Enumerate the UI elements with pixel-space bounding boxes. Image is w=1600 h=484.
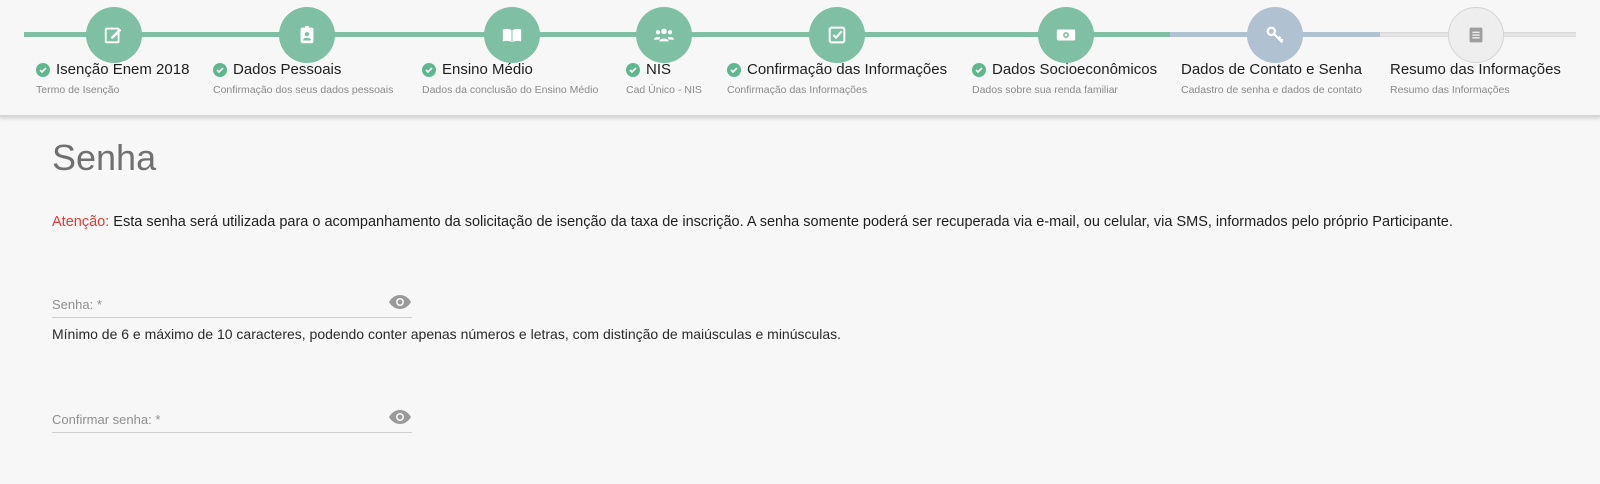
- document-icon: [1469, 27, 1483, 43]
- step-title: Dados de Contato e Senha: [1181, 61, 1362, 78]
- check-icon: [213, 62, 227, 77]
- stepper-progress-line: [24, 32, 1170, 37]
- password-hint: Mínimo de 6 e máximo de 10 caracteres, p…: [52, 326, 842, 342]
- eye-icon[interactable]: [388, 409, 412, 425]
- check-icon: [727, 62, 741, 77]
- step-subtitle: Resumo das Informações: [1390, 84, 1510, 96]
- users-icon: [653, 28, 675, 42]
- password-field: [52, 292, 412, 318]
- step-circle[interactable]: [1247, 7, 1303, 63]
- step-circle[interactable]: [636, 7, 692, 63]
- check-icon: [626, 62, 640, 77]
- page-title: Senha: [52, 137, 157, 178]
- attention-notice: Atenção: Esta senha será utilizada para …: [52, 214, 1453, 230]
- step-subtitle: Dados da conclusão do Ensino Médio: [422, 84, 599, 96]
- step-title: Confirmação das Informações: [747, 61, 948, 78]
- confirm-password-field: [52, 407, 412, 433]
- step-subtitle: Cad Único - NIS: [626, 84, 702, 96]
- step-circle[interactable]: [86, 7, 142, 63]
- step-subtitle: Cadastro de senha e dados de contato: [1181, 84, 1362, 96]
- step-circle[interactable]: [1038, 7, 1094, 63]
- step-circle[interactable]: [809, 7, 865, 63]
- step-title: Isenção Enem 2018: [56, 61, 190, 78]
- progress-stepper: Isenção Enem 2018 Termo de Isenção Dados…: [0, 0, 1600, 117]
- attention-label: Atenção:: [52, 214, 110, 230]
- password-input[interactable]: [52, 292, 372, 316]
- attention-text: Esta senha será utilizada para o acompan…: [109, 214, 1453, 230]
- step-circle[interactable]: [484, 7, 540, 63]
- check-icon: [422, 62, 436, 77]
- eye-icon[interactable]: [388, 294, 412, 310]
- step-title: Dados Socioeconômicos: [992, 61, 1158, 78]
- step-title: NIS: [646, 61, 672, 78]
- step-subtitle: Confirmação dos seus dados pessoais: [213, 84, 394, 96]
- confirm-password-input[interactable]: [52, 407, 372, 431]
- step-circle[interactable]: [1448, 7, 1504, 63]
- step-title: Dados Pessoais: [233, 61, 342, 78]
- money-icon: [1056, 29, 1076, 41]
- step-subtitle: Dados sobre sua renda familiar: [972, 84, 1118, 96]
- step-circle[interactable]: [279, 7, 335, 63]
- checkbox-icon: [828, 26, 846, 44]
- edit-icon: [104, 27, 122, 44]
- id-badge-icon: [300, 25, 314, 44]
- book-icon: [502, 28, 522, 43]
- step-title: Ensino Médio: [442, 61, 533, 78]
- step-subtitle: Termo de Isenção: [36, 84, 120, 96]
- key-icon: [1266, 26, 1284, 44]
- step-subtitle: Confirmação das Informações: [727, 84, 868, 96]
- step-title: Resumo das Informações: [1390, 61, 1561, 78]
- check-icon: [36, 62, 50, 77]
- check-icon: [972, 62, 986, 77]
